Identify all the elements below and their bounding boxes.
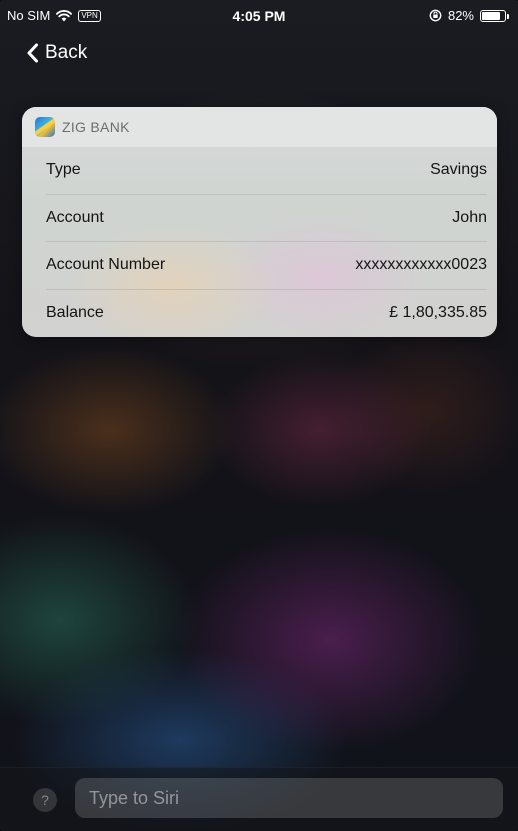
row-label: Account xyxy=(46,208,104,226)
status-right: 82% xyxy=(429,8,509,23)
siri-input-bar: ? xyxy=(0,767,518,831)
row-value: John xyxy=(452,208,487,226)
row-balance: Balance £ 1,80,335.85 xyxy=(46,290,487,338)
battery-percent: 82% xyxy=(447,8,474,23)
row-label: Account Number xyxy=(46,256,166,274)
back-button[interactable]: Back xyxy=(26,42,87,64)
row-account-number: Account Number xxxxxxxxxxxx0023 xyxy=(46,242,487,290)
rotation-lock-icon xyxy=(429,9,442,22)
row-value: £ 1,80,335.85 xyxy=(389,304,487,322)
card-header: ZIG BANK xyxy=(22,107,497,147)
question-mark-icon[interactable]: ? xyxy=(33,788,57,812)
chevron-left-icon xyxy=(27,43,38,63)
status-bar: No SIM VPN 4:05 PM 82% xyxy=(0,0,518,34)
back-label: Back xyxy=(45,42,88,63)
row-label: Type xyxy=(46,161,81,179)
row-account: Account John xyxy=(46,195,487,242)
row-value: Savings xyxy=(430,161,487,179)
battery-icon xyxy=(480,9,509,22)
siri-screen: No SIM VPN 4:05 PM 82% Back ZIG BANK Typ… xyxy=(0,0,518,831)
app-name: ZIG BANK xyxy=(62,119,130,135)
zig-bank-app-icon xyxy=(35,117,55,137)
type-to-siri-input[interactable] xyxy=(75,778,503,818)
account-details: Type Savings Account John Account Number… xyxy=(22,147,497,337)
row-type: Type Savings xyxy=(46,147,487,195)
row-label: Balance xyxy=(46,304,104,322)
battery-fill xyxy=(482,11,501,20)
row-value: xxxxxxxxxxxx0023 xyxy=(355,256,487,274)
bank-account-card[interactable]: ZIG BANK Type Savings Account John Accou… xyxy=(22,107,497,337)
